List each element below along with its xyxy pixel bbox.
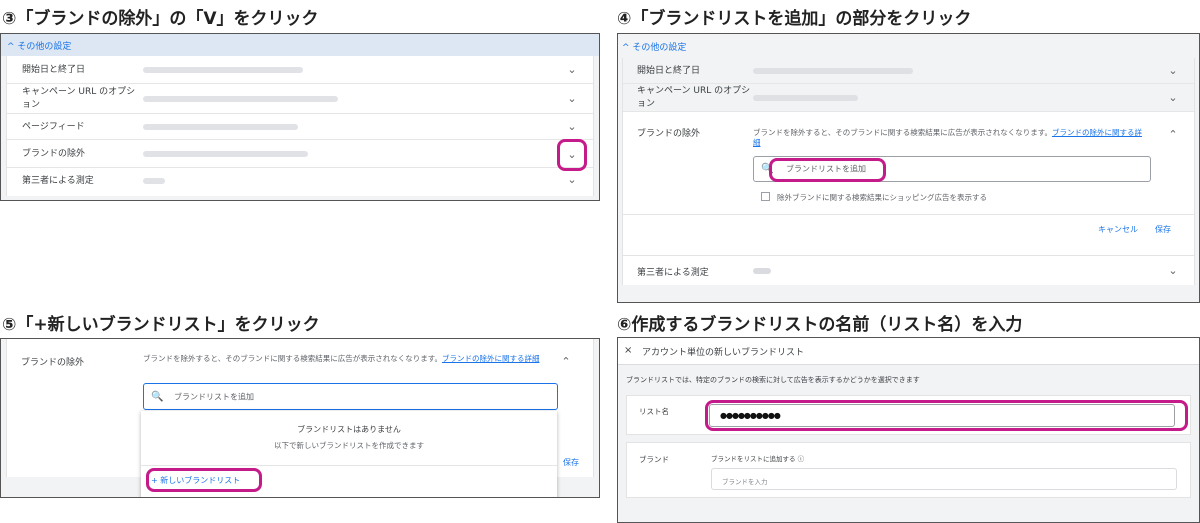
panel-step5: ブランドの除外 ブランドを除外すると、そのブランドに関する検索結果に広告が表示さ… xyxy=(0,338,600,498)
step6-title: ⑥作成するブランドリストの名前（リスト名）を入力 xyxy=(617,315,1023,335)
brand-input[interactable]: ブランドを入力 xyxy=(711,468,1177,490)
highlight-chevron xyxy=(557,139,587,171)
blurred-value xyxy=(143,124,298,130)
blurred-value xyxy=(753,268,771,274)
row-page-feed[interactable]: ページフィード ⌄ xyxy=(7,114,593,140)
step4-title: ④「ブランドリストを追加」の部分をクリック xyxy=(617,9,972,29)
blurred-value xyxy=(143,151,308,157)
blurred-value xyxy=(143,178,165,184)
chevron-down-icon[interactable]: ⌄ xyxy=(565,63,579,77)
step5-title: ⑤「+新しいブランドリスト」をクリック xyxy=(2,315,320,335)
blurred-value xyxy=(143,67,303,73)
section-header[interactable]: ^ その他の設定 xyxy=(618,34,1199,56)
settings-card: 開始日と終了日 ⌄ キャンペーン URL のオプション ⌄ ページフィード ⌄ … xyxy=(6,56,594,196)
chevron-up-icon[interactable]: ⌃ xyxy=(559,355,573,369)
row-third-party[interactable]: 第三者による測定 ⌄ xyxy=(7,168,593,194)
brand-list-search-input[interactable]: 🔍 ブランドリストを追加 xyxy=(143,383,558,410)
dialog-title: アカウント単位の新しいブランドリスト xyxy=(642,348,805,358)
blurred-value xyxy=(143,96,338,102)
save-button[interactable]: 保存 xyxy=(1155,224,1171,235)
row-brand-exclusion[interactable]: ブランドの除外 ⌄ xyxy=(7,140,593,168)
chevron-down-icon[interactable]: ⌄ xyxy=(565,120,579,134)
show-shopping-ads-checkbox[interactable] xyxy=(761,192,770,201)
blurred-value xyxy=(753,68,913,74)
cancel-button[interactable]: キャンセル xyxy=(1098,224,1138,235)
dialog-header: × アカウント単位の新しいブランドリスト xyxy=(618,338,1199,365)
blurred-value xyxy=(753,95,858,101)
save-button[interactable]: 保存 xyxy=(563,457,579,468)
row-url-options[interactable]: キャンペーン URL のオプション ⌄ xyxy=(623,84,1194,112)
chevron-down-icon[interactable]: ⌄ xyxy=(1166,91,1180,105)
help-icon[interactable]: ⓘ xyxy=(798,455,805,463)
chevron-down-icon[interactable]: ⌄ xyxy=(565,92,579,106)
panel-step3: ^ その他の設定 開始日と終了日 ⌄ キャンペーン URL のオプション ⌄ ペ… xyxy=(0,33,600,201)
row-dates[interactable]: 開始日と終了日 ⌄ xyxy=(623,58,1194,84)
chevron-down-icon[interactable]: ⌄ xyxy=(1166,64,1180,78)
chevron-up-icon[interactable]: ⌃ xyxy=(1166,128,1180,142)
row-dates[interactable]: 開始日と終了日 ⌄ xyxy=(7,56,593,84)
highlight-new-list xyxy=(146,468,262,492)
learn-more-link[interactable]: ブランドの除外に関する詳細 xyxy=(442,354,540,363)
chevron-down-icon[interactable]: ⌄ xyxy=(565,173,579,187)
panel-step6: × アカウント単位の新しいブランドリスト ブランドリストでは、特定のブランドの検… xyxy=(617,337,1200,523)
step3-title: ③「ブランドの除外」の「V」をクリック xyxy=(2,9,319,29)
highlight-search xyxy=(769,158,886,182)
search-icon: 🔍 xyxy=(151,391,164,402)
row-url-options[interactable]: キャンペーン URL のオプション ⌄ xyxy=(7,84,593,114)
chevron-down-icon[interactable]: ⌄ xyxy=(1166,264,1180,278)
row-third-party[interactable]: 第三者による測定 ⌄ xyxy=(622,255,1195,285)
brand-exclusion-description: ブランドを除外すると、そのブランドに関する検索結果に広告が表示されなくなります。… xyxy=(753,128,1142,147)
brand-exclusion-expanded: ブランドの除外 ブランドを除外すると、そのブランドに関する検索結果に広告が表示さ… xyxy=(623,120,1194,277)
close-icon[interactable]: × xyxy=(624,345,632,356)
panel-step4: ^ その他の設定 開始日と終了日 ⌄ キャンペーン URL のオプション ⌄ ブ… xyxy=(617,33,1200,303)
highlight-list-name xyxy=(705,400,1188,431)
settings-card: 開始日と終了日 ⌄ キャンペーン URL のオプション ⌄ ブランドの除外 ブラ… xyxy=(622,58,1195,277)
section-header[interactable]: ^ その他の設定 xyxy=(1,34,599,56)
brand-card: ブランド ブランドをリストに追加する ⓘ ブランドを入力 xyxy=(626,442,1191,498)
brand-exclusion-description: ブランドを除外すると、そのブランドに関する検索結果に広告が表示されなくなります。… xyxy=(143,354,540,363)
